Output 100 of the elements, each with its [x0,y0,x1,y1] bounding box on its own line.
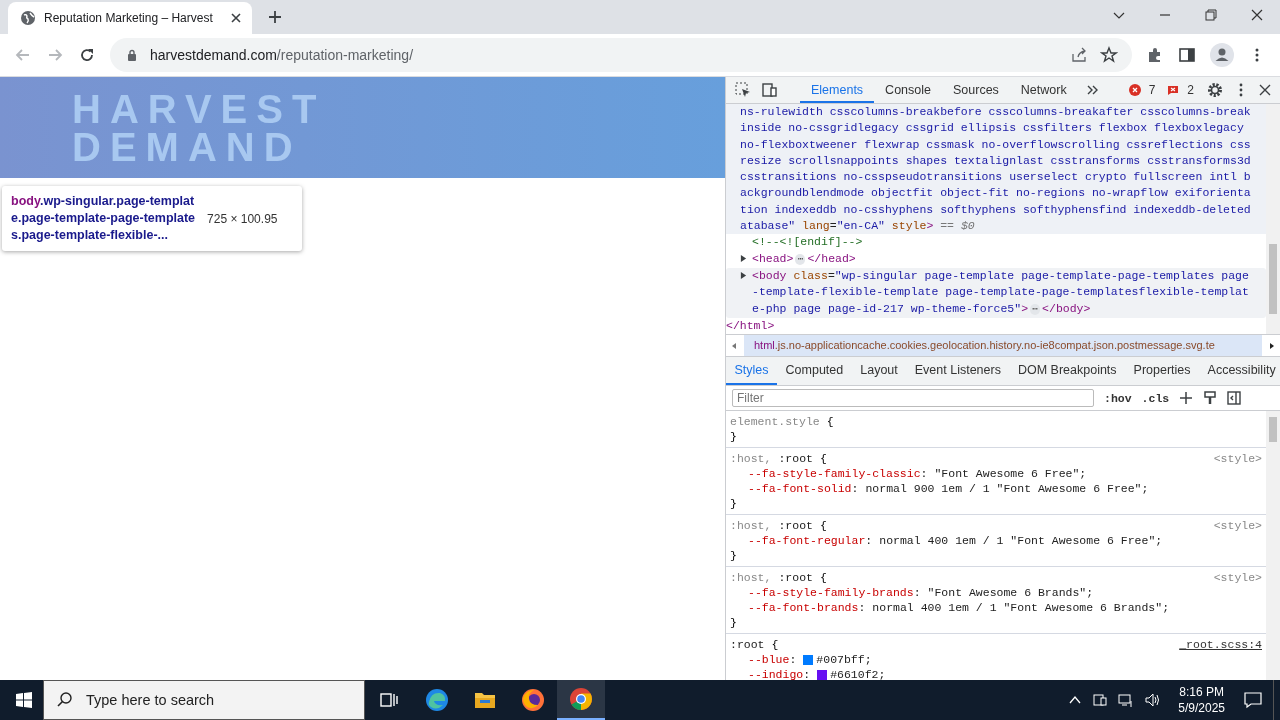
hover-state-button[interactable]: :hov [1104,391,1132,405]
source-link[interactable]: _root.scss:4 [1179,637,1262,652]
devtools-tab[interactable]: Sources [942,77,1010,103]
rule-selector: :host, :root { [730,451,827,466]
inspect-icon[interactable] [734,81,752,99]
panel-tab[interactable]: DOM Breakpoints [1009,357,1126,385]
panel-tab[interactable]: Event Listeners [906,357,1010,385]
lock-icon [126,49,138,61]
scroll-left-icon[interactable] [730,341,738,350]
settings-icon[interactable] [1206,81,1224,99]
css-declaration: --fa-font-solid: normal 900 1em / 1 "Font Awesome 6 Free"; [748,481,1149,496]
close-icon[interactable] [1250,8,1264,22]
code-line: atabase" lang="en-CA" style> == $0 [740,218,976,235]
selector-text: body.wp-singular.page-templat [11,193,196,210]
selector-text: s.page-template-flexible-... [11,227,169,244]
scrollbar[interactable] [1266,104,1280,334]
code-line: <!--<![endif]--> [752,234,863,251]
message-icon [1167,84,1180,96]
panel-tab[interactable]: Layout [851,357,907,385]
error-icon [1128,84,1141,96]
sidebar-toggle-icon[interactable] [1227,391,1242,405]
css-declaration: --fa-font-regular: normal 400 1em / 1 "Font Awesome 6 Free"; [748,533,1163,548]
css-declaration: --fa-style-family-brands: "Font Awesome 6 Brands"; [748,585,1094,600]
code-line: ns-rulewidth csscolumns-breakbefore csscolumns-breakafter csscolumns-break [740,104,1252,120]
share-icon[interactable] [1070,46,1088,64]
css-declaration: --fa-style-family-classic: "Font Awesome 6 Free"; [748,466,1087,481]
code-line: inside no-cssgridlegacy cssgrid ellipsis cssfilters flexbox flexboxlegacy [740,120,1245,137]
source-label: <style> [1213,518,1262,533]
panel-tab[interactable]: Properties [1125,357,1200,385]
time-text: 8:16 PM [1179,684,1224,700]
warning-count[interactable]: 2 [1187,83,1194,97]
plus-icon[interactable] [1179,391,1194,405]
selector-text: e.page-template-page-template [11,210,196,227]
rule-selector: :host, :root { [730,518,827,533]
device-icon[interactable] [1092,692,1109,708]
code-line: tion indexeddb no-csshyphens softhyphens softhyphensfind indexeddb-deleted [740,201,1252,218]
closing-brace: } [730,496,738,511]
profile-icon[interactable] [1210,43,1234,67]
address-bar[interactable]: harvestdemand.com/reputation-marketing/ [110,38,1132,72]
filter-field[interactable]: Filter [732,389,1094,407]
device-icon[interactable] [760,81,778,99]
new-tab-icon[interactable] [268,10,282,24]
network-icon[interactable] [1118,692,1135,708]
search-placeholder: Type here to search [86,692,215,708]
closing-brace: } [730,429,738,444]
chrome-icon[interactable] [569,687,593,711]
code-line: <head> ⋯ </head> [752,250,856,267]
code-line: e-php page page-id-217 wp-theme-force5"> ⋯ </body> [752,300,1091,317]
rule-selector: element.style { [730,414,834,429]
error-count[interactable]: 7 [1148,83,1156,97]
date-text: 5/9/2025 [1178,700,1225,716]
hovered-node[interactable]: <body class="wp-singular page-template page-template-page-templates page -template-flexible-template page-template-page-templatesflexible-templat e-php page page-id-217 wp-theme-force5"> ⋯ </body> [726,267,1266,318]
panel-tab[interactable]: Computed [777,357,852,385]
close-icon[interactable] [1258,83,1272,97]
size-text: 725 × 100.95 [207,211,278,226]
selected-node[interactable] [726,104,1266,235]
edge-browser-icon[interactable] [425,688,449,712]
star-icon[interactable] [1100,46,1118,64]
code-line: -template-flexible-template page-template-page-templatesflexible-templat [752,284,1249,301]
code-line: <body class="wp-singular page-template page-template-page-templates page [752,267,1249,284]
source-label: <style> [1213,451,1262,466]
breadcrumb[interactable]: html.js.no-applicationcache.cookies.geolocation.history.no-ie8compat.json.postmessage.svg.te [744,335,1262,356]
code-line: ackgroundblendmode objectfit object-fit no-regions no-wrapflow exiforienta [740,185,1252,202]
class-button[interactable]: .cls [1141,391,1170,405]
dom-node[interactable]: <!--<![endif]--> [726,234,1266,251]
speaker-icon[interactable] [1144,692,1161,708]
devtools-tab[interactable]: Network [1009,77,1078,103]
taskbar-search-field[interactable]: Type here to search [43,680,365,720]
css-declaration: --fa-font-brands: normal 400 1em / 1 "Font Awesome 6 Brands"; [748,600,1170,615]
css-declaration: --blue: #007bff; [748,652,872,667]
globe-icon [20,10,36,26]
code-line: no-flexboxtweener flexwrap cssmask no-overflowscrolling cssreflections css [740,136,1252,153]
restore-icon[interactable] [1204,8,1218,22]
dom-node[interactable]: <head> ⋯ </head> [726,250,1266,268]
side-panel-icon[interactable] [1178,46,1196,64]
code-line: csstransitions no-csspseudotransitions userselect crypto fullscreen intl b [740,169,1252,186]
source-label: <style> [1213,570,1262,585]
more-tabs-icon[interactable] [1085,83,1100,97]
panel-tab[interactable]: Accessibility [1199,357,1280,385]
notification-icon[interactable] [1243,690,1263,710]
tab-title: Reputation Marketing – Harvest [44,11,213,25]
search-icon [56,691,74,709]
devtools-tab[interactable]: Console [874,77,942,103]
rule-selector: :root { [730,637,779,652]
url-text: harvestdemand.com/reputation-marketing/ [150,47,414,63]
close-icon[interactable] [230,12,242,24]
clock[interactable]: 8:16 PM 5/9/2025 [1178,684,1225,716]
scroll-right-icon[interactable] [1268,341,1276,350]
windows-start-icon[interactable] [15,691,33,709]
closing-brace: } [730,548,738,563]
browser-tab[interactable]: Reputation Marketing – Harvest [8,2,252,34]
reload-icon[interactable] [78,46,96,64]
rule-selector: :host, :root { [730,570,827,585]
firefox-icon[interactable] [521,688,545,712]
code-line: resize scrollsnappoints shapes textalignlast csstransforms csstransforms3d [740,152,1252,169]
code-line: </html> [726,317,776,334]
closing-brace: } [730,615,738,630]
paint-roller-icon[interactable] [1203,391,1218,405]
scrollbar[interactable] [1266,411,1280,680]
panel-tab[interactable]: Styles [726,357,778,385]
